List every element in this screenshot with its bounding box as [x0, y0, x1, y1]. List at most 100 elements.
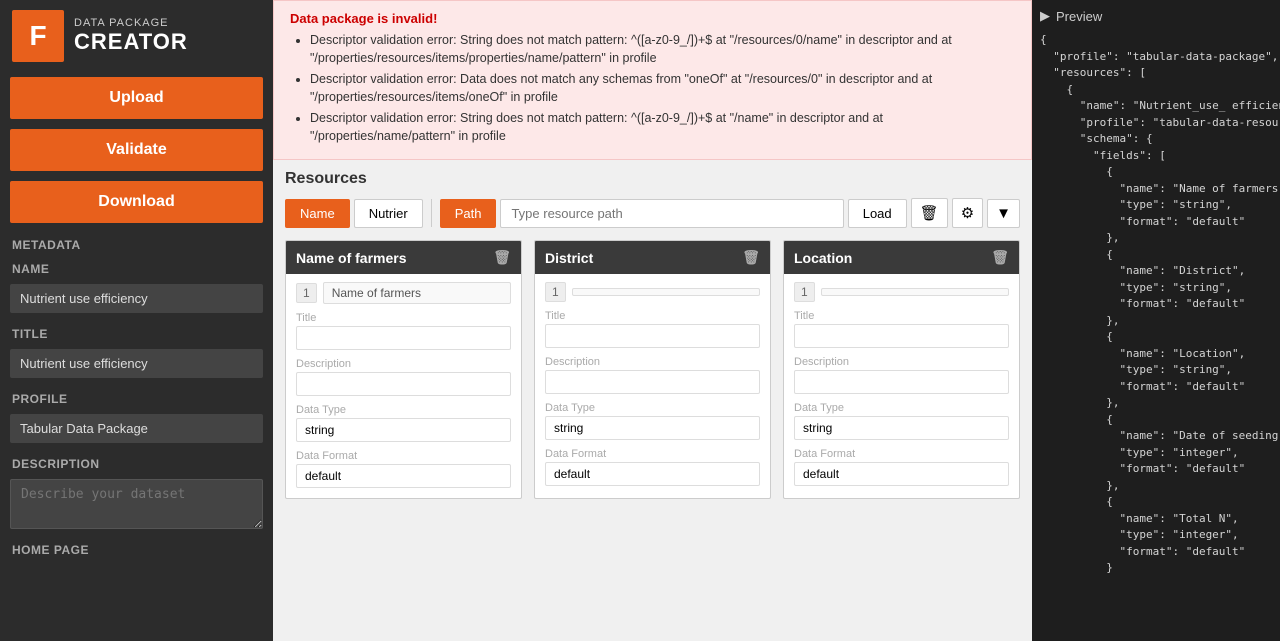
json-line: "profile": "tabular-data-resou	[1040, 115, 1272, 132]
data-format-select[interactable]: defaultemailuribinaryuuid	[794, 462, 1009, 486]
field-preview-val	[821, 288, 1009, 296]
settings-button[interactable]: ⚙	[952, 198, 983, 228]
field-card-header: Location 🗑	[784, 241, 1019, 274]
title-input[interactable]	[545, 324, 760, 348]
logo-icon: F	[12, 10, 64, 62]
description-label: Description	[545, 356, 760, 368]
field-card: Name of farmers 🗑 1 Name of farmers Titl…	[285, 240, 522, 499]
field-card-title: District	[545, 250, 593, 266]
field-preview-val	[572, 288, 760, 296]
json-line: {	[1040, 32, 1272, 49]
load-button[interactable]: Load	[848, 199, 907, 228]
upload-button[interactable]: Upload	[10, 77, 263, 119]
preview-header: ▶ Preview	[1040, 8, 1272, 24]
field-preview-num: 1	[545, 282, 566, 302]
field-card-body: 1 Title Description Data Type stringinte…	[784, 274, 1019, 496]
field-card-body: 1 Title Description Data Type stringinte…	[535, 274, 770, 496]
description-label: Description	[794, 356, 1009, 368]
json-line: "format": "default"	[1040, 214, 1272, 231]
json-line: "name": "Location",	[1040, 346, 1272, 363]
main-content: Data package is invalid! Descriptor vali…	[273, 0, 1032, 641]
data-type-select[interactable]: stringintegernumberbooleanobjectarraydat…	[794, 416, 1009, 440]
tab-divider	[431, 199, 432, 227]
name-value: Nutrient use efficiency	[10, 284, 263, 313]
resources-area: Resources Name Nutrier Path Load 🗑 ⚙ ▼ N…	[273, 160, 1032, 641]
expand-button[interactable]: ▼	[987, 199, 1020, 228]
data-format-label: Data Format	[794, 448, 1009, 460]
name-section-label: Name	[0, 256, 273, 280]
description-textarea[interactable]	[10, 479, 263, 529]
field-card-header: Name of farmers 🗑	[286, 241, 521, 274]
description-label: Description	[296, 358, 511, 370]
data-type-label: Data Type	[296, 404, 511, 416]
gear-icon: ⚙	[961, 204, 974, 222]
data-type-label: Data Type	[794, 402, 1009, 414]
field-card: District 🗑 1 Title Description Data Type…	[534, 240, 771, 499]
validate-button[interactable]: Validate	[10, 129, 263, 171]
json-line: "name": "Name of farmers",	[1040, 181, 1272, 198]
json-line: {	[1040, 329, 1272, 346]
metadata-section-label: Metadata	[0, 228, 273, 256]
field-preview-row: 1	[545, 282, 760, 302]
profile-select[interactable]: Tabular Data Package Data Package	[10, 414, 263, 443]
description-input[interactable]	[545, 370, 760, 394]
error-item: Descriptor validation error: String does…	[310, 32, 1015, 67]
field-card: Location 🗑 1 Title Description Data Type…	[783, 240, 1020, 499]
error-item: Descriptor validation error: String does…	[310, 110, 1015, 145]
cards-grid: Name of farmers 🗑 1 Name of farmers Titl…	[285, 240, 1020, 499]
chevron-down-icon: ▼	[996, 205, 1011, 222]
json-line: "type": "integer",	[1040, 445, 1272, 462]
tab-name-button[interactable]: Name	[285, 199, 350, 228]
field-preview-row: 1 Name of farmers	[296, 282, 511, 304]
trash-icon[interactable]: 🗑	[991, 249, 1009, 266]
json-line: "name": "Date of seeding",	[1040, 428, 1272, 445]
data-format-label: Data Format	[296, 450, 511, 462]
json-line: },	[1040, 478, 1272, 495]
field-card-title: Name of farmers	[296, 250, 407, 266]
data-format-select[interactable]: defaultemailuribinaryuuid	[545, 462, 760, 486]
profile-section-label: Profile	[0, 382, 273, 410]
path-input[interactable]	[500, 199, 843, 228]
json-line: "format": "default"	[1040, 379, 1272, 396]
field-preview-num: 1	[794, 282, 815, 302]
profile-select-wrap: Tabular Data Package Data Package	[10, 414, 263, 443]
field-preview-row: 1	[794, 282, 1009, 302]
title-section-label: Title	[0, 317, 273, 345]
json-line: "format": "default"	[1040, 296, 1272, 313]
logo-text: DATA PACKAGE CREATOR	[74, 17, 188, 55]
description-section-label: Description	[0, 447, 273, 475]
json-line: "name": "Nutrient_use_ efficien	[1040, 98, 1272, 115]
title-input[interactable]	[794, 324, 1009, 348]
description-input[interactable]	[296, 372, 511, 396]
json-line: {	[1040, 82, 1272, 99]
title-input[interactable]	[296, 326, 511, 350]
data-format-select[interactable]: defaultemailuribinaryuuid	[296, 464, 511, 488]
field-card-header: District 🗑	[535, 241, 770, 274]
data-type-label: Data Type	[545, 402, 760, 414]
json-line: {	[1040, 164, 1272, 181]
tab-path-button[interactable]: Path	[440, 199, 497, 228]
title-label: Title	[794, 310, 1009, 322]
data-type-select[interactable]: stringintegernumberbooleanobjectarraydat…	[296, 418, 511, 442]
logo-bottom: CREATOR	[74, 29, 188, 55]
field-preview-val: Name of farmers	[323, 282, 511, 304]
trash-icon[interactable]: 🗑	[742, 249, 760, 266]
json-line: "format": "default"	[1040, 461, 1272, 478]
json-line: "name": "Total N",	[1040, 511, 1272, 528]
preview-json: { "profile": "tabular-data-package", "re…	[1040, 32, 1272, 577]
trash-icon[interactable]: 🗑	[493, 249, 511, 266]
download-button[interactable]: Download	[10, 181, 263, 223]
field-preview-num: 1	[296, 283, 317, 303]
homepage-section-label: Home Page	[0, 533, 273, 561]
delete-resource-button[interactable]: 🗑	[911, 198, 948, 228]
description-input[interactable]	[794, 370, 1009, 394]
error-title: Data package is invalid!	[290, 11, 1015, 26]
json-line: "format": "default"	[1040, 544, 1272, 561]
tab-nutrier-button[interactable]: Nutrier	[354, 199, 423, 228]
json-line: "profile": "tabular-data-package",	[1040, 49, 1272, 66]
logo-top: DATA PACKAGE	[74, 17, 188, 29]
title-value: Nutrient use efficiency	[10, 349, 263, 378]
resource-path-row: Name Nutrier Path Load 🗑 ⚙ ▼	[285, 198, 1020, 228]
data-type-select[interactable]: stringintegernumberbooleanobjectarraydat…	[545, 416, 760, 440]
title-label: Title	[296, 312, 511, 324]
